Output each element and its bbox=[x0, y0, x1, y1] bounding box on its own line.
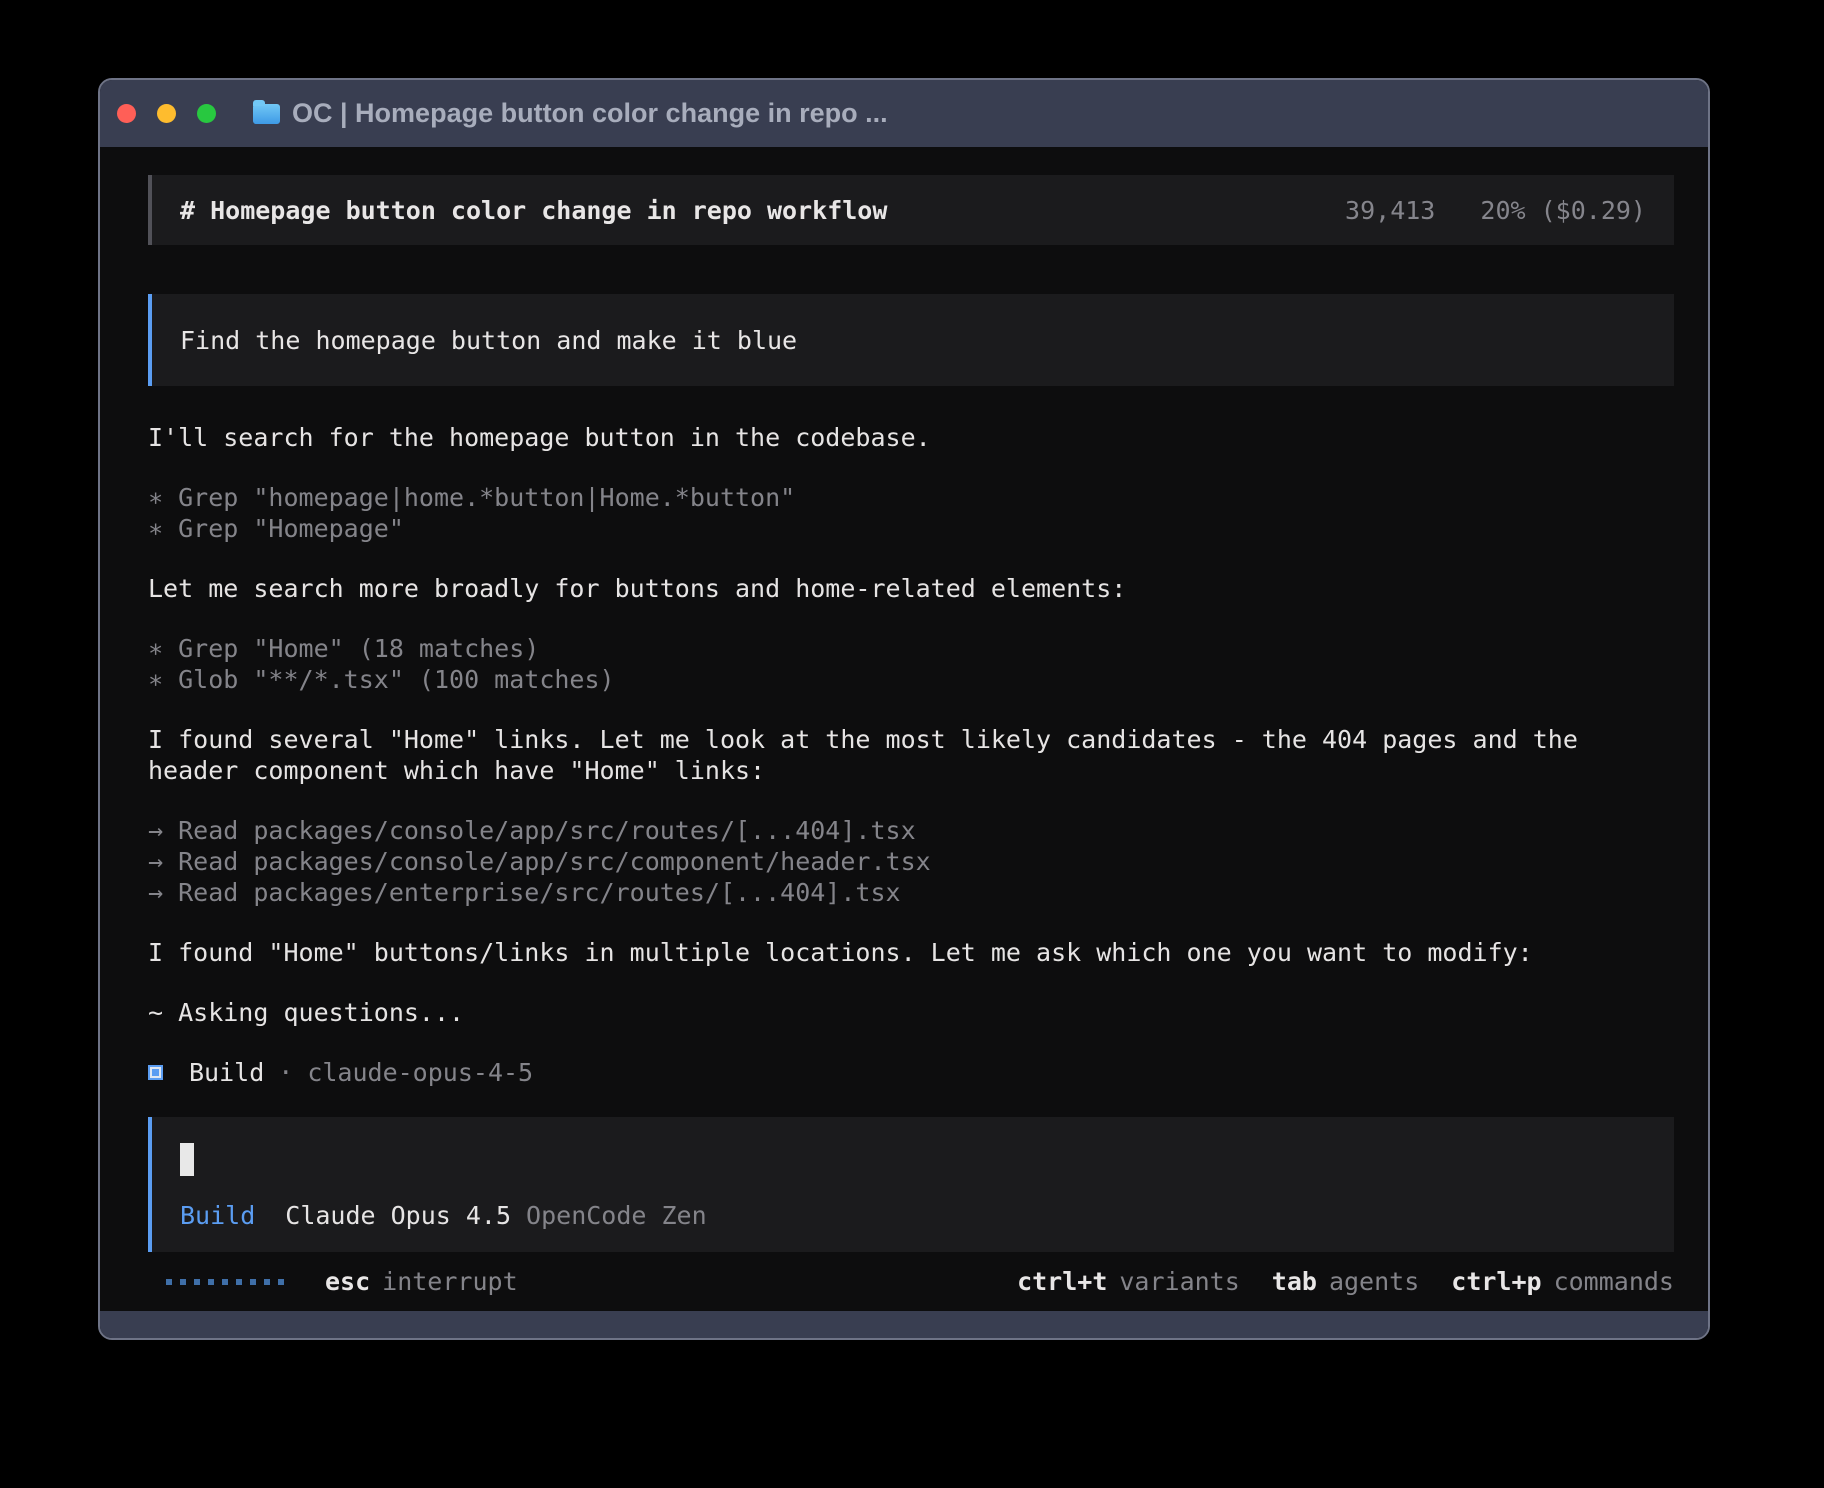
input-provider-label: OpenCode Zen bbox=[526, 1201, 707, 1230]
assistant-transcript: I'll search for the homepage button in t… bbox=[148, 422, 1674, 1088]
transcript-group: Let me search more broadly for buttons a… bbox=[148, 573, 1674, 604]
status-left: esc interrupt bbox=[148, 1267, 518, 1296]
status-bar: esc interrupt ctrl+t variants tab agents… bbox=[148, 1266, 1674, 1297]
tool-call-line: → Read packages/console/app/src/routes/[… bbox=[148, 815, 1674, 846]
transcript-group: ∗ Grep "homepage|home.*button|Home.*butt… bbox=[148, 482, 1674, 544]
transcript-group: → Read packages/console/app/src/routes/[… bbox=[148, 815, 1674, 908]
tool-call-line: ∗ Grep "homepage|home.*button|Home.*butt… bbox=[148, 482, 1674, 513]
hint-key: ctrl+t bbox=[1017, 1267, 1107, 1296]
terminal-content: # Homepage button color change in repo w… bbox=[100, 147, 1708, 1311]
input-status-row: Build Claude Opus 4.5 OpenCode Zen bbox=[180, 1201, 1646, 1230]
tool-call-line: ∗ Grep "Home" (18 matches) bbox=[148, 633, 1674, 664]
window-title: OC | Homepage button color change in rep… bbox=[292, 98, 888, 129]
transcript-group: I'll search for the homepage button in t… bbox=[148, 422, 1674, 453]
esc-key-label: interrupt bbox=[382, 1267, 517, 1296]
hint-key: tab bbox=[1272, 1267, 1317, 1296]
esc-key-hint: esc bbox=[325, 1267, 370, 1296]
transcript-group: ∗ Grep "Home" (18 matches) ∗ Glob "**/*.… bbox=[148, 633, 1674, 695]
agent-square-icon bbox=[148, 1065, 163, 1080]
hint-label: agents bbox=[1329, 1267, 1419, 1296]
assistant-text-line: I found "Home" buttons/links in multiple… bbox=[148, 937, 1674, 968]
zoom-button[interactable] bbox=[197, 104, 216, 123]
hint-label: variants bbox=[1119, 1267, 1239, 1296]
transcript-group: ~ Asking questions... bbox=[148, 997, 1674, 1028]
user-message-text: Find the homepage button and make it blu… bbox=[180, 326, 797, 355]
text-cursor bbox=[180, 1143, 194, 1176]
input-model-label[interactable]: Claude Opus 4.5 bbox=[285, 1201, 511, 1230]
terminal-window: OC | Homepage button color change in rep… bbox=[98, 78, 1710, 1340]
window-footer bbox=[100, 1311, 1708, 1338]
close-button[interactable] bbox=[117, 104, 136, 123]
session-header: # Homepage button color change in repo w… bbox=[148, 175, 1674, 245]
working-status-line: ~ Asking questions... bbox=[148, 997, 1674, 1028]
hint-key: ctrl+p bbox=[1451, 1267, 1541, 1296]
session-stats: 39,413 20% ($0.29) bbox=[1345, 196, 1646, 225]
user-message-panel: Find the homepage button and make it blu… bbox=[148, 294, 1674, 386]
input-mode-label[interactable]: Build bbox=[180, 1201, 255, 1230]
folder-icon bbox=[253, 104, 280, 124]
session-title: # Homepage button color change in repo w… bbox=[180, 196, 887, 225]
agents-hint: tab agents bbox=[1272, 1267, 1419, 1296]
agent-name: Build bbox=[189, 1057, 264, 1088]
token-count: 39,413 bbox=[1345, 196, 1435, 225]
tool-call-line: → Read packages/console/app/src/componen… bbox=[148, 846, 1674, 877]
spinner-dots-icon bbox=[166, 1279, 292, 1285]
transcript-group: I found "Home" buttons/links in multiple… bbox=[148, 937, 1674, 968]
context-usage: 20% ($0.29) bbox=[1480, 196, 1646, 225]
prompt-input[interactable]: Build Claude Opus 4.5 OpenCode Zen bbox=[148, 1117, 1674, 1252]
variants-hint: ctrl+t variants bbox=[1017, 1267, 1240, 1296]
tool-call-line: ∗ Grep "Homepage" bbox=[148, 513, 1674, 544]
assistant-text-line: I'll search for the homepage button in t… bbox=[148, 422, 1674, 453]
agent-separator: · bbox=[278, 1057, 293, 1088]
status-right: ctrl+t variants tab agents ctrl+p comman… bbox=[985, 1267, 1674, 1296]
assistant-text-line: Let me search more broadly for buttons a… bbox=[148, 573, 1674, 604]
tool-call-line: → Read packages/enterprise/src/routes/[.… bbox=[148, 877, 1674, 908]
assistant-text-line: I found several "Home" links. Let me loo… bbox=[148, 724, 1674, 755]
agent-status-row: Build · claude-opus-4-5 bbox=[148, 1057, 1674, 1088]
commands-hint: ctrl+p commands bbox=[1451, 1267, 1674, 1296]
transcript-group: I found several "Home" links. Let me loo… bbox=[148, 724, 1674, 786]
hint-label: commands bbox=[1554, 1267, 1674, 1296]
assistant-text-line: header component which have "Home" links… bbox=[148, 755, 1674, 786]
title-bar[interactable]: OC | Homepage button color change in rep… bbox=[100, 80, 1708, 147]
agent-model-name: claude-opus-4-5 bbox=[307, 1057, 533, 1088]
tool-call-line: ∗ Glob "**/*.tsx" (100 matches) bbox=[148, 664, 1674, 695]
minimize-button[interactable] bbox=[157, 104, 176, 123]
